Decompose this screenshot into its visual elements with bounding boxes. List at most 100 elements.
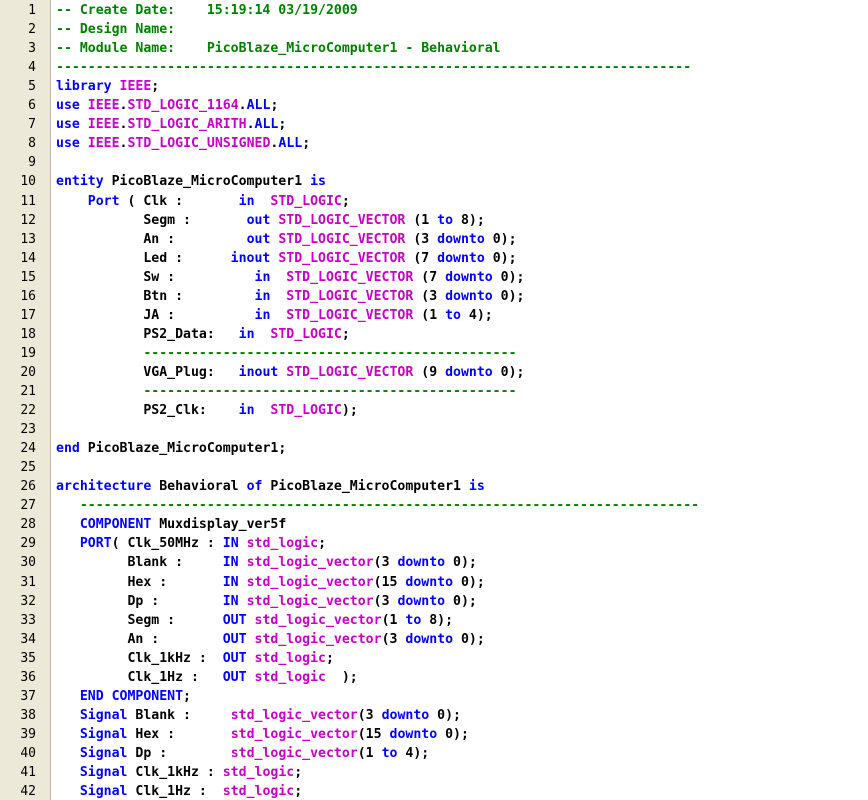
punctuation-token: 4); xyxy=(397,745,430,761)
code-line[interactable]: 18 PS2_Data: in STD_LOGIC; xyxy=(0,325,868,344)
code-line[interactable]: 6 use IEEE.STD_LOGIC_1164.ALL; xyxy=(0,96,868,115)
code-line[interactable]: 25 xyxy=(0,458,868,477)
code-line[interactable]: 34 An : OUT std_logic_vector(3 downto 0)… xyxy=(0,630,868,649)
code-line[interactable]: 21 -------------------------------------… xyxy=(0,382,868,401)
keyword-token: downto xyxy=(405,574,454,590)
code-line[interactable]: 37 END COMPONENT; xyxy=(0,687,868,706)
punctuation-token xyxy=(80,117,88,132)
punctuation-token: ; xyxy=(325,650,334,666)
comment-token: -- Module Name: PicoBlaze_MicroComputer1… xyxy=(56,41,501,57)
keyword-token: ALL xyxy=(254,117,279,133)
code-line[interactable]: 29 PORT( Clk_50MHz : IN std_logic; xyxy=(0,534,868,553)
line-number: 11 xyxy=(20,193,36,209)
code-line[interactable]: 31 Hex : IN std_logic_vector(15 downto 0… xyxy=(0,573,868,592)
code-text: -- Design Name: xyxy=(56,20,175,39)
code-line[interactable]: 17 JA : in STD_LOGIC_VECTOR (1 to 4); xyxy=(0,306,868,325)
type-token: std_logic_vector xyxy=(254,612,382,628)
line-number: 35 xyxy=(20,650,36,666)
code-line[interactable]: 8 use IEEE.STD_LOGIC_UNSIGNED.ALL; xyxy=(0,134,868,153)
code-line[interactable]: 24 end PicoBlaze_MicroComputer1; xyxy=(0,439,868,458)
code-line[interactable]: 23 xyxy=(0,420,868,439)
keyword-token: use xyxy=(56,98,80,114)
type-token: STD_LOGIC xyxy=(270,326,342,342)
code-line[interactable]: 9 xyxy=(0,153,868,172)
code-line[interactable]: 15 Sw : in STD_LOGIC_VECTOR (7 downto 0)… xyxy=(0,268,868,287)
keyword-token: END COMPONENT xyxy=(79,688,184,704)
keyword-token: downto xyxy=(397,593,446,609)
punctuation-token: Clk_1kHz : xyxy=(127,765,223,780)
punctuation-token xyxy=(247,670,255,685)
type-token: std_logic_vector xyxy=(230,745,358,761)
line-number: 25 xyxy=(20,460,36,476)
punctuation-token xyxy=(247,632,255,647)
code-line[interactable]: 3 -- Module Name: PicoBlaze_MicroComputer… xyxy=(0,39,868,58)
code-line[interactable]: 42 Signal Clk_1Hz : std_logic; xyxy=(0,782,868,800)
punctuation-token xyxy=(56,765,80,780)
punctuation-token: Btn : xyxy=(56,288,255,304)
code-line[interactable]: 28 COMPONENT Muxdisplay_ver5f xyxy=(0,515,868,534)
code-line[interactable]: 5 library IEEE; xyxy=(0,77,868,96)
type-token: STD_LOGIC_ARITH xyxy=(127,117,247,133)
type-token: STD_LOGIC_VECTOR xyxy=(286,307,414,323)
line-number: 4 xyxy=(28,60,36,76)
keyword-token: out xyxy=(246,212,271,228)
punctuation-token: ; xyxy=(294,784,303,800)
code-line[interactable]: 35 Clk_1kHz : OUT std_logic; xyxy=(0,649,868,668)
keyword-token: Signal xyxy=(79,707,128,723)
code-editor[interactable]: 1 -- Create Date: 15:19:14 03/19/2009 2 -- … xyxy=(0,0,868,800)
type-token: std_logic_vector xyxy=(246,593,374,609)
code-line[interactable]: 30 Blank : IN std_logic_vector(3 downto … xyxy=(0,553,868,572)
code-line[interactable]: 20 VGA_Plug: inout STD_LOGIC_VECTOR (9 d… xyxy=(0,363,868,382)
type-token: STD_LOGIC_VECTOR xyxy=(278,231,406,247)
keyword-token: downto xyxy=(445,364,493,380)
code-line[interactable]: 16 Btn : in STD_LOGIC_VECTOR (3 downto 0… xyxy=(0,287,868,306)
code-line[interactable]: 19 -------------------------------------… xyxy=(0,344,868,363)
code-line[interactable]: 26 architecture Behavioral of PicoBlaze_M… xyxy=(0,477,868,496)
line-number: 16 xyxy=(20,288,36,304)
code-text: library IEEE; xyxy=(56,77,159,96)
punctuation-token: 0); xyxy=(453,631,485,647)
keyword-token: entity xyxy=(56,174,104,190)
type-token: IEEE xyxy=(87,117,120,133)
code-text: JA : in STD_LOGIC_VECTOR (1 to 4); xyxy=(56,306,492,325)
punctuation-token: 0); xyxy=(429,707,461,723)
code-line[interactable]: 10 entity PicoBlaze_MicroComputer1 is xyxy=(0,172,868,191)
code-line[interactable]: 12 Segm : out STD_LOGIC_VECTOR (1 to 8); xyxy=(0,211,868,230)
punctuation-token: ); xyxy=(341,403,358,419)
code-line[interactable]: 32 Dp : IN std_logic_vector(3 downto 0); xyxy=(0,592,868,611)
keyword-token: COMPONENT xyxy=(79,517,152,533)
keyword-token: downto xyxy=(405,631,454,647)
code-line[interactable]: 14 Led : inout STD_LOGIC_VECTOR (7 downt… xyxy=(0,249,868,268)
code-line[interactable]: 13 An : out STD_LOGIC_VECTOR (3 downto 0… xyxy=(0,230,868,249)
code-line[interactable]: 22 PS2_Clk: in STD_LOGIC); xyxy=(0,401,868,420)
code-line[interactable]: 41 Signal Clk_1kHz : std_logic; xyxy=(0,763,868,782)
code-line[interactable]: 11 Port ( Clk : in STD_LOGIC; xyxy=(0,192,868,211)
punctuation-token xyxy=(239,555,247,570)
code-line[interactable]: 4 ---------------------------------------… xyxy=(0,58,868,77)
line-number: 22 xyxy=(20,403,36,419)
line-number: 20 xyxy=(20,364,36,380)
punctuation-token: VGA_Plug: xyxy=(56,364,239,380)
code-line[interactable]: 2 -- Design Name: xyxy=(0,20,868,39)
punctuation-token: An : xyxy=(56,231,247,247)
punctuation-token: . xyxy=(246,117,255,133)
punctuation-token: An : xyxy=(56,631,223,647)
code-line[interactable]: 27 -------------------------------------… xyxy=(0,496,868,515)
punctuation-token: (1 xyxy=(381,612,406,628)
code-line[interactable]: 39 Signal Hex : std_logic_vector(15 down… xyxy=(0,725,868,744)
code-text: ----------------------------------------… xyxy=(56,382,516,401)
code-line[interactable]: 38 Signal Blank : std_logic_vector(3 dow… xyxy=(0,706,868,725)
punctuation-token: ( Clk : xyxy=(119,193,239,209)
punctuation-token: Dp : xyxy=(56,593,223,609)
type-token: std_logic xyxy=(246,536,319,552)
punctuation-token: PS2_Clk: xyxy=(56,403,239,419)
code-line[interactable]: 36 Clk_1Hz : OUT std_logic ); xyxy=(0,668,868,687)
line-number: 9 xyxy=(28,155,36,171)
code-line[interactable]: 7 use IEEE.STD_LOGIC_ARITH.ALL; xyxy=(0,115,868,134)
punctuation-token xyxy=(247,651,255,666)
code-text: Clk_1kHz : OUT std_logic; xyxy=(56,649,334,668)
code-line[interactable]: 33 Segm : OUT std_logic_vector(1 to 8); xyxy=(0,611,868,630)
code-area[interactable]: 1 -- Create Date: 15:19:14 03/19/2009 2 -- … xyxy=(0,0,868,800)
code-line[interactable]: 1 -- Create Date: 15:19:14 03/19/2009 xyxy=(0,1,868,20)
code-line[interactable]: 40 Signal Dp : std_logic_vector(1 to 4); xyxy=(0,744,868,763)
